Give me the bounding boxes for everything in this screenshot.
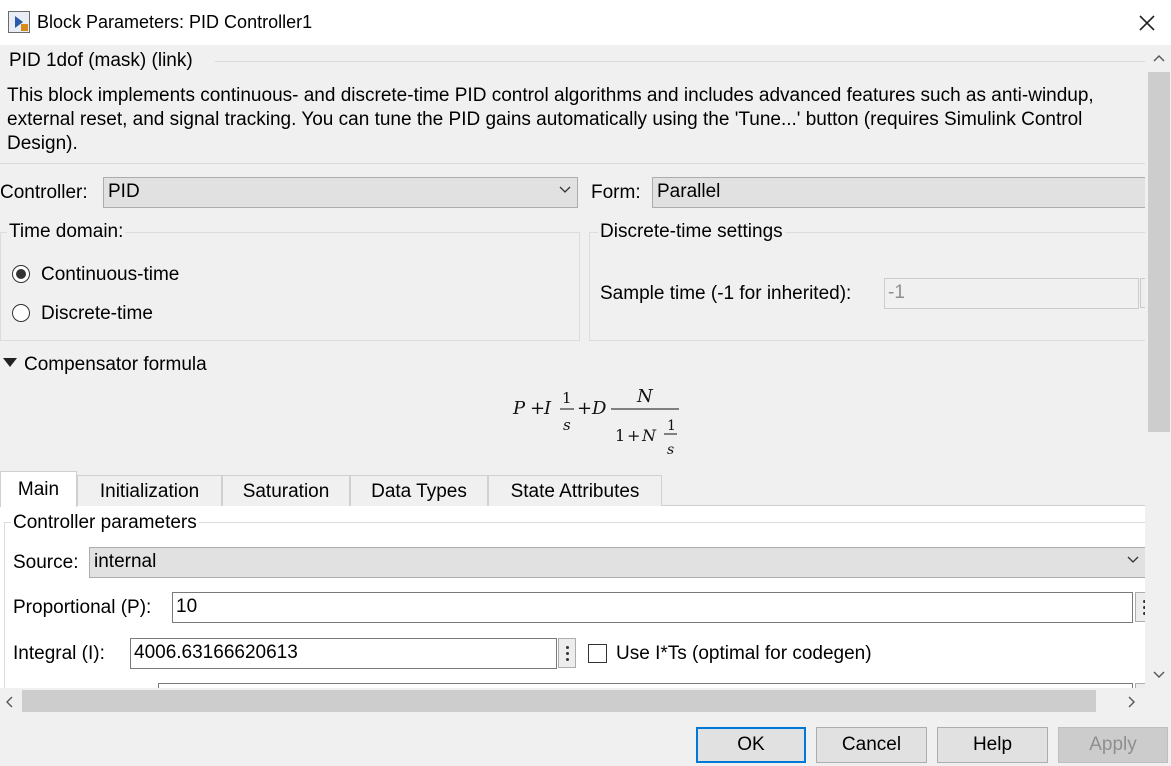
mask-title: PID 1dof (mask) (link) bbox=[9, 50, 193, 71]
formula-s: s bbox=[667, 442, 674, 458]
form-label: Form: bbox=[591, 182, 641, 203]
integral-input[interactable]: 4006.63166620613 bbox=[130, 638, 557, 669]
title-bar: Block Parameters: PID Controller1 bbox=[0, 0, 1171, 45]
formula-i: I bbox=[543, 398, 552, 419]
formula-p: P bbox=[512, 398, 526, 419]
formula-one: 1 bbox=[562, 389, 572, 407]
vertical-scrollbar[interactable] bbox=[1147, 45, 1171, 688]
discrete-time-radio[interactable] bbox=[12, 304, 30, 322]
scroll-left-icon[interactable] bbox=[5, 696, 13, 708]
sample-time-label: Sample time (-1 for inherited): bbox=[600, 283, 852, 304]
description-line: external reset, and signal tracking. You… bbox=[7, 109, 1083, 130]
use-its-checkbox[interactable] bbox=[588, 644, 607, 663]
description-line: This block implements continuous- and di… bbox=[7, 85, 1094, 106]
ok-button[interactable]: OK bbox=[696, 727, 806, 763]
window-title: Block Parameters: PID Controller1 bbox=[37, 12, 313, 32]
main-tab-panel: Controller parameters Source: internal P… bbox=[0, 506, 1145, 688]
controller-value: PID bbox=[108, 181, 140, 202]
chevron-down-icon bbox=[559, 186, 571, 193]
formula-n: N bbox=[641, 426, 657, 445]
compensator-formula-header[interactable]: Compensator formula bbox=[24, 354, 207, 376]
formula-plus: + bbox=[530, 398, 545, 419]
discrete-settings-title: Discrete-time settings bbox=[598, 221, 785, 243]
integral-label: Integral (I): bbox=[13, 643, 105, 664]
horizontal-scroll-thumb[interactable] bbox=[22, 690, 1096, 712]
apply-button[interactable]: Apply bbox=[1058, 727, 1168, 763]
controller-dropdown[interactable]: PID bbox=[103, 177, 578, 208]
tab-data-types[interactable]: Data Types bbox=[350, 475, 488, 506]
tab-main[interactable]: Main bbox=[0, 471, 77, 507]
formula-s: s bbox=[563, 416, 571, 434]
source-label: Source: bbox=[13, 552, 79, 573]
dialog-content: PID 1dof (mask) (link) This block implem… bbox=[0, 45, 1145, 688]
formula-one: 1 bbox=[615, 426, 625, 445]
vertical-scroll-thumb[interactable] bbox=[1148, 72, 1170, 432]
formula-n: N bbox=[636, 386, 654, 407]
controller-label: Controller: bbox=[0, 182, 88, 203]
form-value: Parallel bbox=[657, 181, 721, 202]
proportional-input[interactable]: 10 bbox=[172, 592, 1133, 623]
source-value: internal bbox=[94, 551, 157, 572]
caret-down-icon[interactable] bbox=[3, 358, 17, 368]
use-its-label[interactable]: Use I*Ts (optimal for codegen) bbox=[616, 643, 872, 665]
continuous-time-radio[interactable] bbox=[12, 265, 30, 283]
mask-description: This block implements continuous- and di… bbox=[7, 84, 1145, 156]
description-line: Design). bbox=[7, 133, 78, 154]
horizontal-scrollbar[interactable] bbox=[0, 688, 1147, 715]
scroll-down-icon[interactable] bbox=[1153, 671, 1165, 679]
formula-one: 1 bbox=[667, 418, 676, 434]
tab-initialization[interactable]: Initialization bbox=[77, 475, 222, 506]
tab-saturation[interactable]: Saturation bbox=[222, 475, 350, 506]
formula-plus: + bbox=[577, 398, 592, 419]
simulink-block-icon bbox=[8, 11, 30, 33]
discrete-time-label[interactable]: Discrete-time bbox=[41, 303, 153, 325]
sample-time-input[interactable]: -1 bbox=[884, 278, 1139, 309]
controller-parameters-title: Controller parameters bbox=[11, 512, 199, 534]
formula-plus: + bbox=[627, 426, 640, 445]
close-icon[interactable] bbox=[1134, 10, 1160, 36]
time-domain-title: Time domain: bbox=[7, 221, 126, 243]
chevron-down-icon bbox=[1127, 556, 1139, 563]
divider bbox=[215, 61, 1145, 62]
form-dropdown[interactable]: Parallel bbox=[652, 177, 1145, 208]
compensator-formula: P + I 1 s + D N 1 + N 1 s bbox=[512, 386, 679, 458]
proportional-more-button[interactable] bbox=[1135, 592, 1145, 622]
scroll-up-icon[interactable] bbox=[1153, 54, 1165, 62]
cancel-button[interactable]: Cancel bbox=[816, 727, 927, 763]
formula-d: D bbox=[591, 398, 607, 419]
help-button[interactable]: Help bbox=[937, 727, 1048, 763]
source-dropdown[interactable]: internal bbox=[89, 547, 1145, 578]
integral-more-button[interactable] bbox=[558, 638, 576, 668]
divider bbox=[0, 163, 1145, 164]
tab-state-attributes[interactable]: State Attributes bbox=[488, 475, 662, 506]
continuous-time-label[interactable]: Continuous-time bbox=[41, 264, 179, 286]
more-options-button[interactable] bbox=[1140, 278, 1145, 308]
scroll-right-icon[interactable] bbox=[1128, 696, 1136, 708]
proportional-label: Proportional (P): bbox=[13, 597, 152, 618]
